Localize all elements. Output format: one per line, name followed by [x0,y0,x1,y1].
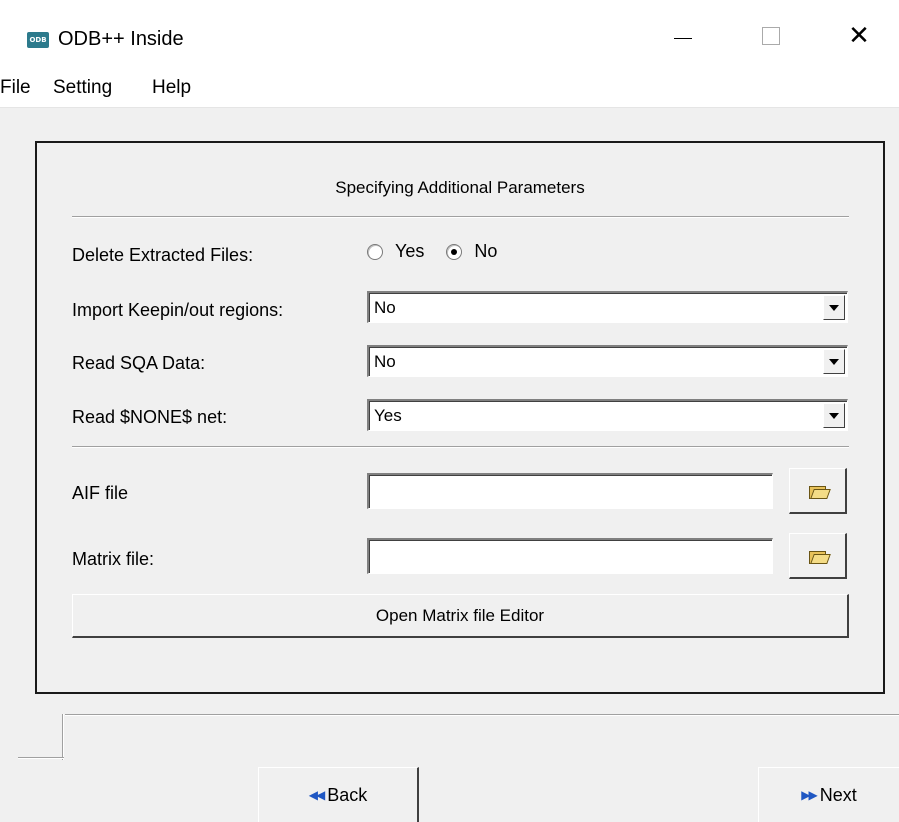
import-keepin-select[interactable]: No [367,291,848,323]
matrix-file-input[interactable] [367,538,773,574]
back-button[interactable]: ◀◀ Back [258,767,419,822]
title-bar: ODB ODB++ Inside ✕ [0,0,899,72]
delete-no-label[interactable]: No [474,241,497,262]
chevron-down-icon[interactable] [823,349,845,374]
next-label: Next [819,784,857,805]
delete-yes-label[interactable]: Yes [395,241,424,262]
read-none-net-select[interactable]: Yes [367,399,848,431]
delete-no-radio[interactable] [446,243,463,260]
tab-border [65,714,899,716]
import-keepin-value: No [374,298,396,317]
tab-border [18,757,64,759]
chevron-down-icon[interactable] [823,403,845,428]
separator [72,446,849,448]
open-matrix-editor-button[interactable]: Open Matrix file Editor [72,594,849,638]
read-sqa-label: Read SQA Data: [72,353,206,373]
delete-extracted-label: Delete Extracted Files: [72,245,254,265]
menu-bar: File Setting Help [0,72,899,108]
menu-help[interactable]: Help [152,77,191,99]
window-title: ODB++ Inside [58,28,184,50]
separator [72,216,849,218]
menu-setting[interactable]: Setting [53,77,112,99]
close-button[interactable]: ✕ [829,10,889,62]
read-none-net-value: Yes [374,406,402,425]
aif-browse-button[interactable] [789,468,847,514]
aif-file-label: AIF file [72,483,129,503]
chevron-down-icon[interactable] [823,295,845,320]
read-sqa-select[interactable]: No [367,345,848,377]
app-icon: ODB [27,32,49,48]
read-none-net-label: Read $NONE$ net: [72,407,228,427]
import-keepin-label: Import Keepin/out regions: [72,300,284,320]
folder-open-icon [808,549,827,564]
back-label: Back [327,784,368,805]
next-button[interactable]: ▶▶ Next [758,767,899,822]
maximize-button[interactable] [741,10,801,62]
next-arrows-icon: ▶▶ [801,788,818,802]
delete-extracted-radio-group: Yes No [367,241,519,262]
minimize-button[interactable] [653,10,713,62]
menu-file[interactable]: File [0,77,31,99]
back-arrows-icon: ◀◀ [308,788,326,802]
folder-open-icon [808,484,827,499]
parameters-panel: Specifying Additional Parameters Delete … [35,141,885,694]
matrix-file-label: Matrix file: [72,549,155,569]
tab-border [62,714,64,760]
panel-heading: Specifying Additional Parameters [335,178,585,197]
aif-file-input[interactable] [367,473,773,509]
read-sqa-value: No [374,352,396,371]
delete-yes-radio[interactable] [367,243,383,260]
matrix-browse-button[interactable] [789,533,847,579]
